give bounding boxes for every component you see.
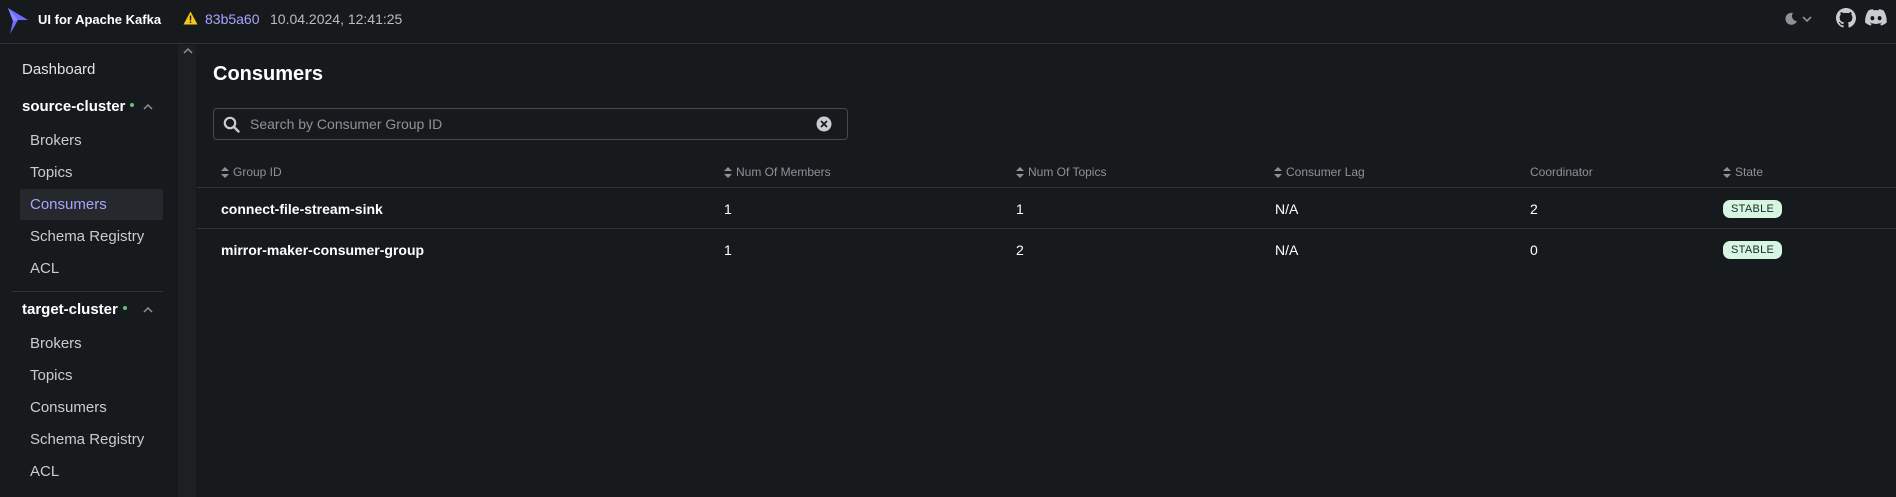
chevron-down-icon bbox=[1802, 15, 1812, 22]
column-header-coordinator: Coordinator bbox=[1530, 165, 1593, 179]
sort-icon bbox=[1016, 166, 1024, 178]
search-input[interactable] bbox=[250, 109, 810, 139]
warning-icon bbox=[183, 11, 198, 25]
sidebar-item-brokers[interactable]: Brokers bbox=[20, 328, 163, 359]
sidebar-item-dashboard[interactable]: Dashboard bbox=[22, 61, 95, 78]
status-badge: STABLE bbox=[1723, 200, 1783, 218]
sidebar-item-topics[interactable]: Topics bbox=[20, 360, 163, 391]
status-dot bbox=[130, 102, 135, 107]
sort-icon bbox=[1723, 166, 1731, 178]
cluster-source[interactable]: source-cluster bbox=[22, 98, 135, 115]
column-header-num-members[interactable]: Num Of Members bbox=[724, 165, 831, 179]
consumer-lag: N/A bbox=[1275, 201, 1299, 217]
status-dot bbox=[122, 305, 127, 310]
sidebar-item-schema-registry[interactable]: Schema Registry bbox=[20, 424, 163, 455]
column-header-num-topics[interactable]: Num Of Topics bbox=[1016, 165, 1106, 179]
top-bar: UI for Apache Kafka 83b5a60 10.04.2024, … bbox=[0, 0, 1896, 44]
num-members: 1 bbox=[724, 201, 732, 217]
coordinator: 2 bbox=[1530, 201, 1538, 217]
num-members: 1 bbox=[724, 242, 732, 258]
cluster-target[interactable]: target-cluster bbox=[22, 301, 127, 318]
sidebar-item-consumers[interactable]: Consumers bbox=[20, 392, 163, 423]
sidebar-scrollbar[interactable] bbox=[178, 45, 196, 497]
version-link[interactable]: 83b5a60 bbox=[205, 11, 260, 27]
search-icon bbox=[223, 116, 240, 133]
logo-icon[interactable] bbox=[6, 7, 30, 35]
chevron-up-icon[interactable] bbox=[142, 103, 154, 111]
chevron-up-icon[interactable] bbox=[142, 306, 154, 314]
group-id-link[interactable]: mirror-maker-consumer-group bbox=[221, 242, 424, 258]
sidebar-item-consumers[interactable]: Consumers bbox=[20, 189, 163, 220]
table-divider bbox=[197, 187, 1896, 188]
cluster-name: source-cluster bbox=[22, 98, 126, 115]
moon-icon bbox=[1785, 12, 1797, 25]
search-box bbox=[213, 108, 848, 140]
sidebar-item-brokers[interactable]: Brokers bbox=[20, 125, 163, 156]
column-header-consumer-lag[interactable]: Consumer Lag bbox=[1274, 165, 1365, 179]
sort-icon bbox=[221, 166, 229, 178]
num-topics: 1 bbox=[1016, 201, 1024, 217]
num-topics: 2 bbox=[1016, 242, 1024, 258]
divider bbox=[12, 291, 163, 292]
page-title: Consumers bbox=[213, 63, 324, 85]
sort-icon bbox=[724, 166, 732, 178]
sidebar-item-schema-registry[interactable]: Schema Registry bbox=[20, 221, 163, 252]
main-content: Consumers Group ID Num Of Members Num Of… bbox=[197, 45, 1896, 497]
column-header-group-id[interactable]: Group ID bbox=[221, 165, 282, 179]
column-header-state[interactable]: State bbox=[1723, 165, 1763, 179]
app-title[interactable]: UI for Apache Kafka bbox=[38, 12, 161, 27]
sidebar-item-acl[interactable]: ACL bbox=[20, 456, 163, 487]
chevron-up-icon[interactable] bbox=[182, 46, 194, 56]
theme-toggle[interactable] bbox=[1784, 10, 1818, 28]
coordinator: 0 bbox=[1530, 242, 1538, 258]
build-date: 10.04.2024, 12:41:25 bbox=[270, 11, 403, 27]
group-id-link[interactable]: connect-file-stream-sink bbox=[221, 201, 383, 217]
discord-icon[interactable] bbox=[1865, 9, 1887, 27]
sidebar-item-acl[interactable]: ACL bbox=[20, 253, 163, 284]
sort-icon bbox=[1274, 166, 1282, 178]
github-icon[interactable] bbox=[1836, 8, 1856, 28]
sidebar-item-topics[interactable]: Topics bbox=[20, 157, 163, 188]
table-divider bbox=[197, 228, 1896, 229]
clear-icon[interactable] bbox=[816, 116, 832, 132]
cluster-name: target-cluster bbox=[22, 301, 118, 318]
status-badge: STABLE bbox=[1723, 241, 1783, 259]
consumer-lag: N/A bbox=[1275, 242, 1299, 258]
